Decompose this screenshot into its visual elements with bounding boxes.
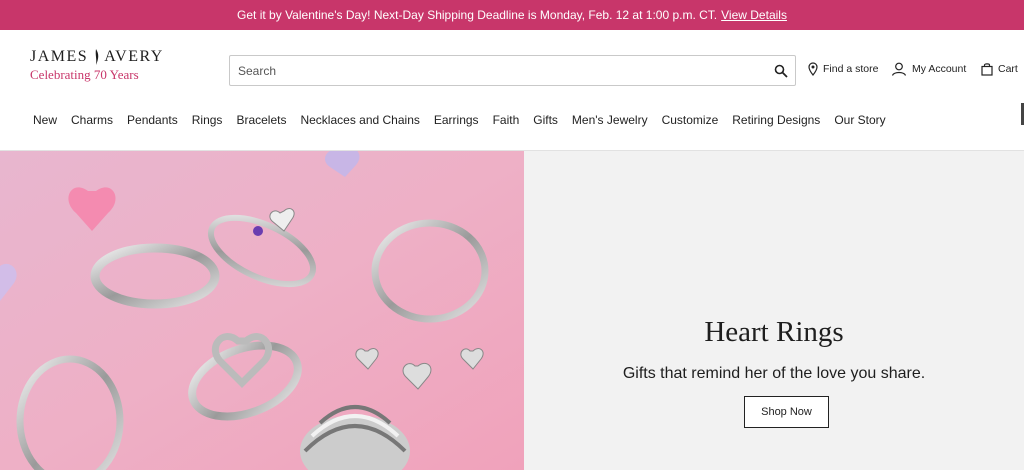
search-bar <box>229 55 796 86</box>
nav-item-mens-jewelry[interactable]: Men's Jewelry <box>572 113 648 127</box>
search-input[interactable] <box>230 56 767 85</box>
cart-label: Cart <box>998 63 1018 75</box>
nav-item-pendants[interactable]: Pendants <box>127 113 178 127</box>
search-icon[interactable] <box>767 64 795 78</box>
hero-subtitle: Gifts that remind her of the love you sh… <box>622 365 926 382</box>
header: JAMES AVERY Celebrating 70 Years Find a … <box>0 30 1024 102</box>
nav-item-rings[interactable]: Rings <box>192 113 223 127</box>
nav-item-retiring-designs[interactable]: Retiring Designs <box>732 113 820 127</box>
promo-message: Get it by Valentine's Day! Next-Day Ship… <box>237 8 718 22</box>
nav-item-charms[interactable]: Charms <box>71 113 113 127</box>
logo-tagline: Celebrating 70 Years <box>30 67 139 82</box>
promo-bar: Get it by Valentine's Day! Next-Day Ship… <box>0 0 1024 30</box>
main-nav: New Charms Pendants Rings Bracelets Neck… <box>0 102 1024 138</box>
heart-rings-photo <box>0 151 524 470</box>
find-store-link[interactable]: Find a store <box>808 62 878 76</box>
logo-word-james: JAMES <box>30 48 89 65</box>
nav-item-gifts[interactable]: Gifts <box>533 113 558 127</box>
nav-item-faith[interactable]: Faith <box>493 113 520 127</box>
hero-image[interactable] <box>0 151 524 470</box>
nav-item-bracelets[interactable]: Bracelets <box>236 113 286 127</box>
nav-item-our-story[interactable]: Our Story <box>834 113 885 127</box>
shop-now-button[interactable]: Shop Now <box>744 396 829 428</box>
shopping-bag-icon <box>981 63 993 76</box>
location-pin-icon <box>808 62 818 76</box>
logo-wordmark: JAMES AVERY <box>30 48 164 66</box>
cart-link[interactable]: Cart <box>981 62 1018 76</box>
logo[interactable]: JAMES AVERY Celebrating 70 Years <box>30 48 164 83</box>
nav-item-necklaces[interactable]: Necklaces and Chains <box>300 113 419 127</box>
flame-icon <box>93 49 99 65</box>
nav-item-earrings[interactable]: Earrings <box>434 113 479 127</box>
user-icon <box>891 62 907 76</box>
hero-panel: Heart Rings Gifts that remind her of the… <box>524 151 1024 470</box>
my-account-label: My Account <box>912 63 967 75</box>
nav-item-new[interactable]: New <box>33 113 57 127</box>
view-details-link[interactable]: View Details <box>721 8 787 22</box>
logo-word-avery: AVERY <box>104 48 164 65</box>
hero-title: Heart Rings <box>704 316 844 348</box>
nav-item-customize[interactable]: Customize <box>662 113 719 127</box>
find-store-label: Find a store <box>823 63 879 75</box>
my-account-link[interactable]: My Account <box>891 62 966 76</box>
